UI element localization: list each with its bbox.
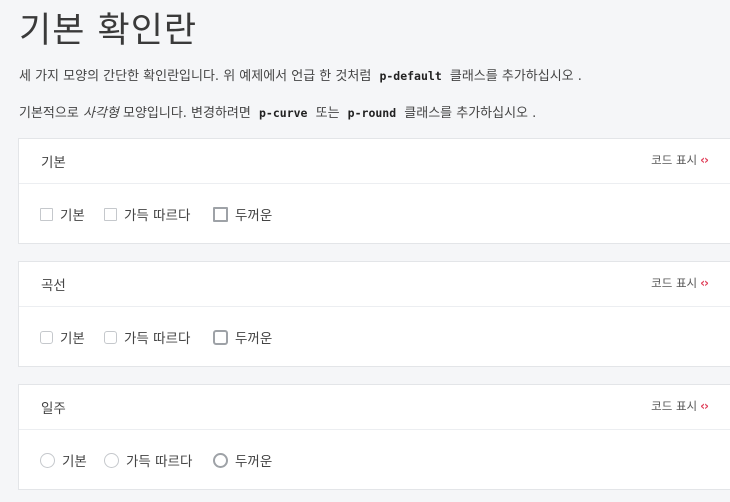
card-header: 일주 코드 표시 ‹› — [19, 385, 730, 430]
show-code-label: 코드 표시 — [651, 153, 698, 167]
card-body: 기본 가득 따르다 두꺼운 — [19, 430, 730, 491]
checkbox-basic[interactable]: 기본 — [40, 450, 87, 470]
checkbox-curved — [40, 330, 53, 344]
description-2-text-middle: 모양입니다. 변경하려면 — [122, 106, 251, 121]
checkbox-basic[interactable]: 기본 — [40, 204, 85, 224]
checkbox-fill[interactable]: 가득 따르다 — [104, 327, 190, 347]
show-code-toggle[interactable]: 코드 표시 ‹› — [651, 398, 709, 414]
checkbox-label: 가득 따르다 — [126, 454, 193, 470]
description-2-text-after: 클래스를 추가하십시오 . — [404, 106, 537, 121]
description-2-text-before: 기본적으로 — [19, 106, 79, 121]
code-brackets-icon: ‹› — [700, 399, 709, 413]
description-2-emphasis: 사각형 — [82, 106, 119, 121]
checkbox-round — [40, 452, 55, 468]
checkbox-thick[interactable]: 두꺼운 — [213, 204, 272, 224]
card-header: 기본 코드 표시 ‹› — [19, 139, 730, 184]
description-1-text-after: 클래스를 추가하십시오 . — [449, 69, 582, 84]
card-round: 일주 코드 표시 ‹› 기본 가득 따르다 두꺼운 — [18, 384, 730, 490]
class-code-round: p-round — [347, 106, 397, 120]
page: 기본 확인란 세 가지 모양의 간단한 확인란입니다. 위 예제에서 언급 한 … — [0, 0, 730, 502]
card-body: 기본 가득 따르다 두꺼운 — [19, 184, 730, 245]
show-code-toggle[interactable]: 코드 표시 ‹› — [651, 152, 709, 168]
card-body: 기본 가득 따르다 두꺼운 — [19, 307, 730, 368]
card-curve: 곡선 코드 표시 ‹› 기본 가득 따르다 두꺼운 — [18, 261, 730, 367]
card-title: 곡선 — [41, 278, 66, 294]
checkbox-curved — [104, 330, 117, 344]
description-2-text-or: 또는 — [315, 106, 340, 121]
checkbox-label: 두꺼운 — [235, 208, 273, 224]
checkbox-curved-thick — [213, 329, 228, 345]
code-brackets-icon: ‹› — [700, 276, 709, 290]
checkbox-thick[interactable]: 두꺼운 — [213, 450, 272, 470]
checkbox-basic[interactable]: 기본 — [40, 327, 85, 347]
checkbox-label: 두꺼운 — [235, 331, 273, 347]
checkbox-label: 기본 — [62, 454, 87, 470]
checkbox-label: 두꺼운 — [235, 454, 273, 470]
checkbox-square — [40, 207, 53, 221]
checkbox-label: 가득 따르다 — [124, 331, 191, 347]
checkbox-fill[interactable]: 가득 따르다 — [104, 450, 192, 470]
checkbox-round — [104, 452, 119, 468]
card-title: 일주 — [41, 401, 66, 417]
page-title: 기본 확인란 — [19, 11, 198, 51]
checkbox-thick[interactable]: 두꺼운 — [213, 327, 272, 347]
checkbox-square — [104, 207, 117, 221]
card-default: 기본 코드 표시 ‹› 기본 가득 따르다 두꺼운 — [18, 138, 730, 244]
show-code-toggle[interactable]: 코드 표시 ‹› — [651, 275, 709, 291]
checkbox-square-thick — [213, 206, 228, 222]
class-code-curve: p-curve — [259, 106, 308, 120]
checkbox-label: 가득 따르다 — [124, 208, 191, 224]
checkbox-fill[interactable]: 가득 따르다 — [104, 204, 190, 224]
description-1-text-before: 세 가지 모양의 간단한 확인란입니다. 위 예제에서 언급 한 것처럼 — [19, 69, 372, 84]
card-title: 기본 — [41, 155, 66, 171]
checkbox-label: 기본 — [60, 208, 85, 224]
checkbox-label: 기본 — [60, 331, 85, 347]
code-brackets-icon: ‹› — [700, 153, 709, 167]
class-code-default: p-default — [379, 69, 442, 83]
show-code-label: 코드 표시 — [651, 276, 698, 290]
card-header: 곡선 코드 표시 ‹› — [19, 262, 730, 307]
show-code-label: 코드 표시 — [651, 399, 698, 413]
description-2: 기본적으로 사각형 모양입니다. 변경하려면 p-curve 또는 p-roun… — [19, 102, 536, 121]
description-1: 세 가지 모양의 간단한 확인란입니다. 위 예제에서 언급 한 것처럼 p-d… — [19, 65, 582, 84]
checkbox-round-thick — [213, 452, 228, 468]
